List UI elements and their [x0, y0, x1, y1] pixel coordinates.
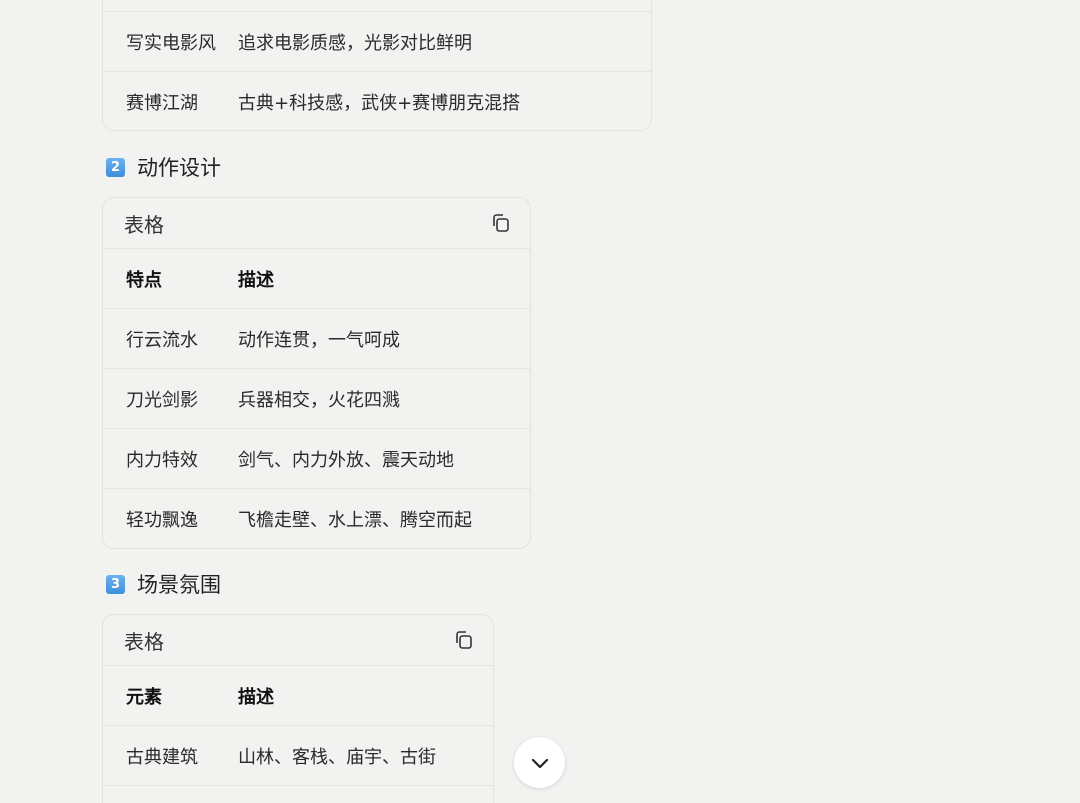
table-row [103, 0, 651, 12]
section-heading: 2 动作设计 [106, 152, 221, 182]
table-cell: 动作连贯，一气呵成 [238, 329, 400, 351]
table-cell: 山林、客栈、庙宇、古街 [238, 746, 436, 768]
table-cell: 飞檐走壁、水上漂、腾空而起 [238, 510, 472, 531]
column-header: 描述 [238, 269, 274, 291]
table-cell: 古典建筑 [126, 746, 198, 768]
column-header: 描述 [238, 686, 274, 708]
table-cell: 行云流水 [126, 329, 198, 351]
scene-atmosphere-table: 表格 元素 描述 古典建筑 山林、客栈、庙宇、古街 [102, 614, 494, 803]
table-cell: 剑气、内力外放、震天动地 [238, 449, 454, 471]
copy-icon[interactable] [453, 629, 475, 651]
table-row: 刀光剑影 兵器相交，火花四溅 [103, 369, 530, 429]
number-badge: 3 [106, 574, 125, 594]
table-header-row: 元素 描述 [103, 666, 493, 726]
table-cell: 内力特效 [126, 449, 198, 471]
table-cell: 写实电影风 [126, 32, 216, 54]
section-title: 动作设计 [137, 156, 221, 180]
column-header: 特点 [126, 269, 162, 291]
table-row: 赛博江湖 古典+科技感，武侠+赛博朋克混搭 [103, 72, 651, 130]
style-table: 写实电影风 追求电影质感，光影对比鲜明 赛博江湖 古典+科技感，武侠+赛博朋克混… [102, 0, 652, 131]
section-title: 场景氛围 [137, 573, 221, 597]
chevron-down-icon [531, 758, 548, 768]
table-header-row: 特点 描述 [103, 249, 530, 309]
table-cell: 刀光剑影 [126, 389, 198, 411]
table-cell: 追求电影质感，光影对比鲜明 [238, 32, 472, 54]
table-cell: 赛博江湖 [126, 93, 198, 114]
column-header: 元素 [126, 686, 162, 708]
copy-icon[interactable] [490, 212, 512, 234]
table-row: 轻功飘逸 飞檐走壁、水上漂、腾空而起 [103, 489, 530, 548]
section-heading: 3 场景氛围 [106, 569, 221, 599]
scroll-down-button[interactable] [514, 737, 565, 788]
table-cell: 兵器相交，火花四溅 [238, 389, 400, 411]
action-design-table: 表格 特点 描述 行云流水 动作连贯，一气呵成 刀光剑影 兵器相交，火花四溅 内… [102, 197, 531, 549]
table-row: 古典建筑 山林、客栈、庙宇、古街 [103, 726, 493, 786]
table-row: 内力特效 剑气、内力外放、震天动地 [103, 429, 530, 489]
table-row: 行云流水 动作连贯，一气呵成 [103, 309, 530, 369]
table-row: 写实电影风 追求电影质感，光影对比鲜明 [103, 12, 651, 72]
table-label: 表格 [124, 212, 164, 237]
table-label: 表格 [124, 629, 164, 654]
table-header-bar: 表格 [103, 198, 530, 249]
table-cell: 古典+科技感，武侠+赛博朋克混搭 [238, 93, 521, 114]
number-badge: 2 [106, 157, 125, 177]
table-cell: 轻功飘逸 [126, 510, 198, 531]
table-header-bar: 表格 [103, 615, 493, 666]
